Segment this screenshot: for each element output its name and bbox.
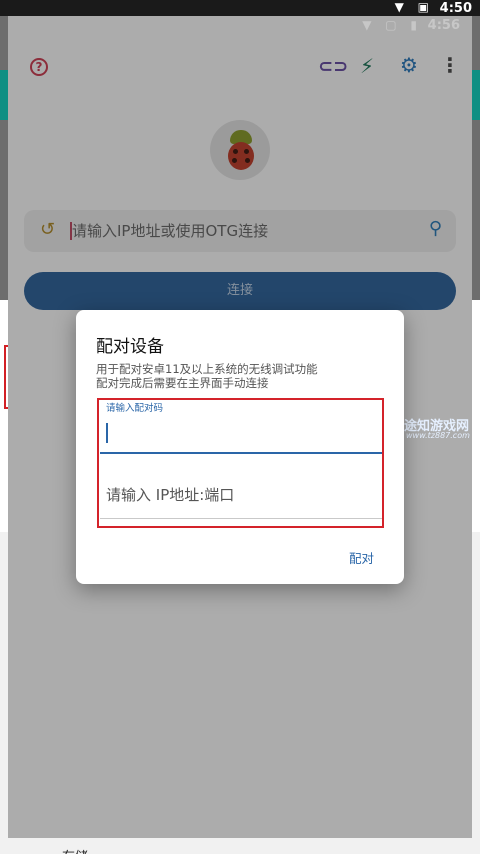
pair-device-dialog: 配对设备 用于配对安卓11及以上系统的无线调试功能 配对完成后需要在主界面手动连… (76, 310, 404, 584)
watermark-url: www.tz887.com (406, 431, 470, 440)
pair-code-underline (100, 452, 383, 454)
dialog-description: 用于配对安卓11及以上系统的无线调试功能 配对完成后需要在主界面手动连接 (96, 362, 318, 390)
dialog-title: 配对设备 (96, 337, 164, 357)
pair-code-label: 请输入配对码 (106, 403, 164, 414)
pair-button[interactable]: 配对 (349, 548, 374, 567)
ip-port-underline (100, 518, 383, 519)
outer-status-bar: ▼ ▣ 4:50 (0, 0, 480, 16)
dialog-description-line: 配对完成后需要在主界面手动连接 (96, 376, 269, 390)
bottom-label: 存储 (62, 846, 88, 854)
dialog-description-line: 用于配对安卓11及以上系统的无线调试功能 (96, 362, 318, 376)
highlight-box (97, 398, 384, 528)
outer-status-icons: ▼ ▣ (394, 0, 434, 14)
text-caret (106, 423, 108, 443)
outer-status-time: 4:50 (439, 1, 472, 16)
ip-port-input[interactable] (106, 482, 376, 508)
pair-code-input[interactable] (110, 420, 378, 446)
